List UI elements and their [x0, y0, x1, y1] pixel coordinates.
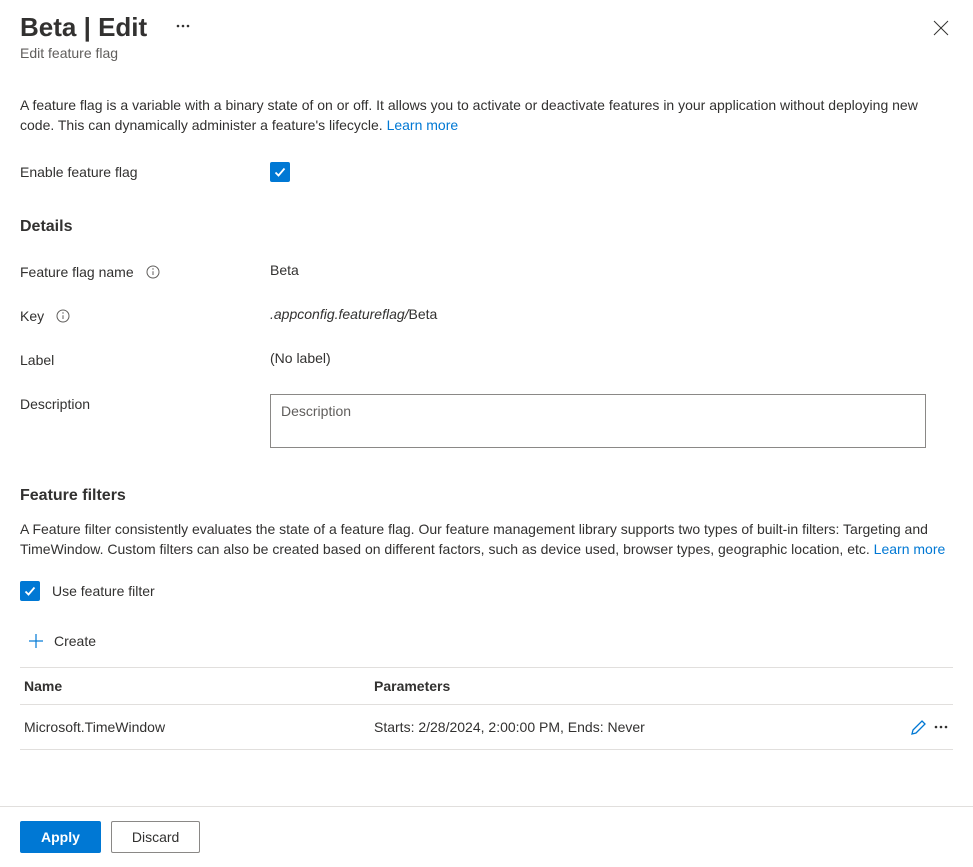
filters-table: Name Parameters Microsoft.TimeWindow Sta… — [20, 667, 953, 750]
filter-name: Microsoft.TimeWindow — [20, 705, 370, 750]
info-icon[interactable] — [56, 309, 70, 323]
table-row: Microsoft.TimeWindow Starts: 2/28/2024, … — [20, 705, 953, 750]
page-subtitle: Edit feature flag — [20, 45, 953, 61]
enable-label: Enable feature flag — [20, 162, 270, 180]
intro-learn-more-link[interactable]: Learn more — [387, 117, 459, 133]
flag-name-value: Beta — [270, 262, 953, 278]
enable-checkbox[interactable] — [270, 162, 290, 182]
page-title: Beta | Edit — [20, 12, 147, 43]
key-value: .appconfig.featureflag/Beta — [270, 306, 953, 322]
filters-intro: A Feature filter consistently evaluates … — [20, 519, 953, 560]
filters-learn-more-link[interactable]: Learn more — [874, 541, 946, 557]
filter-parameters: Starts: 2/28/2024, 2:00:00 PM, Ends: Nev… — [370, 705, 873, 750]
more-options-icon[interactable] — [933, 719, 949, 735]
close-button[interactable] — [929, 16, 953, 40]
use-feature-filter-label: Use feature filter — [52, 583, 155, 599]
label-label: Label — [20, 350, 270, 368]
col-header-parameters: Parameters — [370, 668, 873, 705]
flag-name-label: Feature flag name — [20, 264, 134, 280]
intro-text: A feature flag is a variable with a bina… — [20, 95, 953, 136]
discard-button[interactable]: Discard — [111, 821, 200, 853]
col-header-name: Name — [20, 668, 370, 705]
info-icon[interactable] — [146, 265, 160, 279]
filters-heading: Feature filters — [20, 487, 953, 505]
use-feature-filter-checkbox[interactable] — [20, 581, 40, 601]
footer: Apply Discard — [0, 806, 973, 867]
key-label: Key — [20, 308, 44, 324]
more-options-icon[interactable] — [175, 18, 191, 34]
label-value: (No label) — [270, 350, 953, 366]
filters-intro-body: A Feature filter consistently evaluates … — [20, 521, 928, 557]
description-label: Description — [20, 394, 270, 412]
create-filter-button[interactable]: Create — [20, 633, 953, 649]
details-heading: Details — [20, 218, 953, 236]
description-input[interactable] — [270, 394, 926, 448]
apply-button[interactable]: Apply — [20, 821, 101, 853]
create-filter-label: Create — [54, 633, 96, 649]
edit-icon[interactable] — [911, 719, 927, 735]
intro-body: A feature flag is a variable with a bina… — [20, 97, 918, 133]
